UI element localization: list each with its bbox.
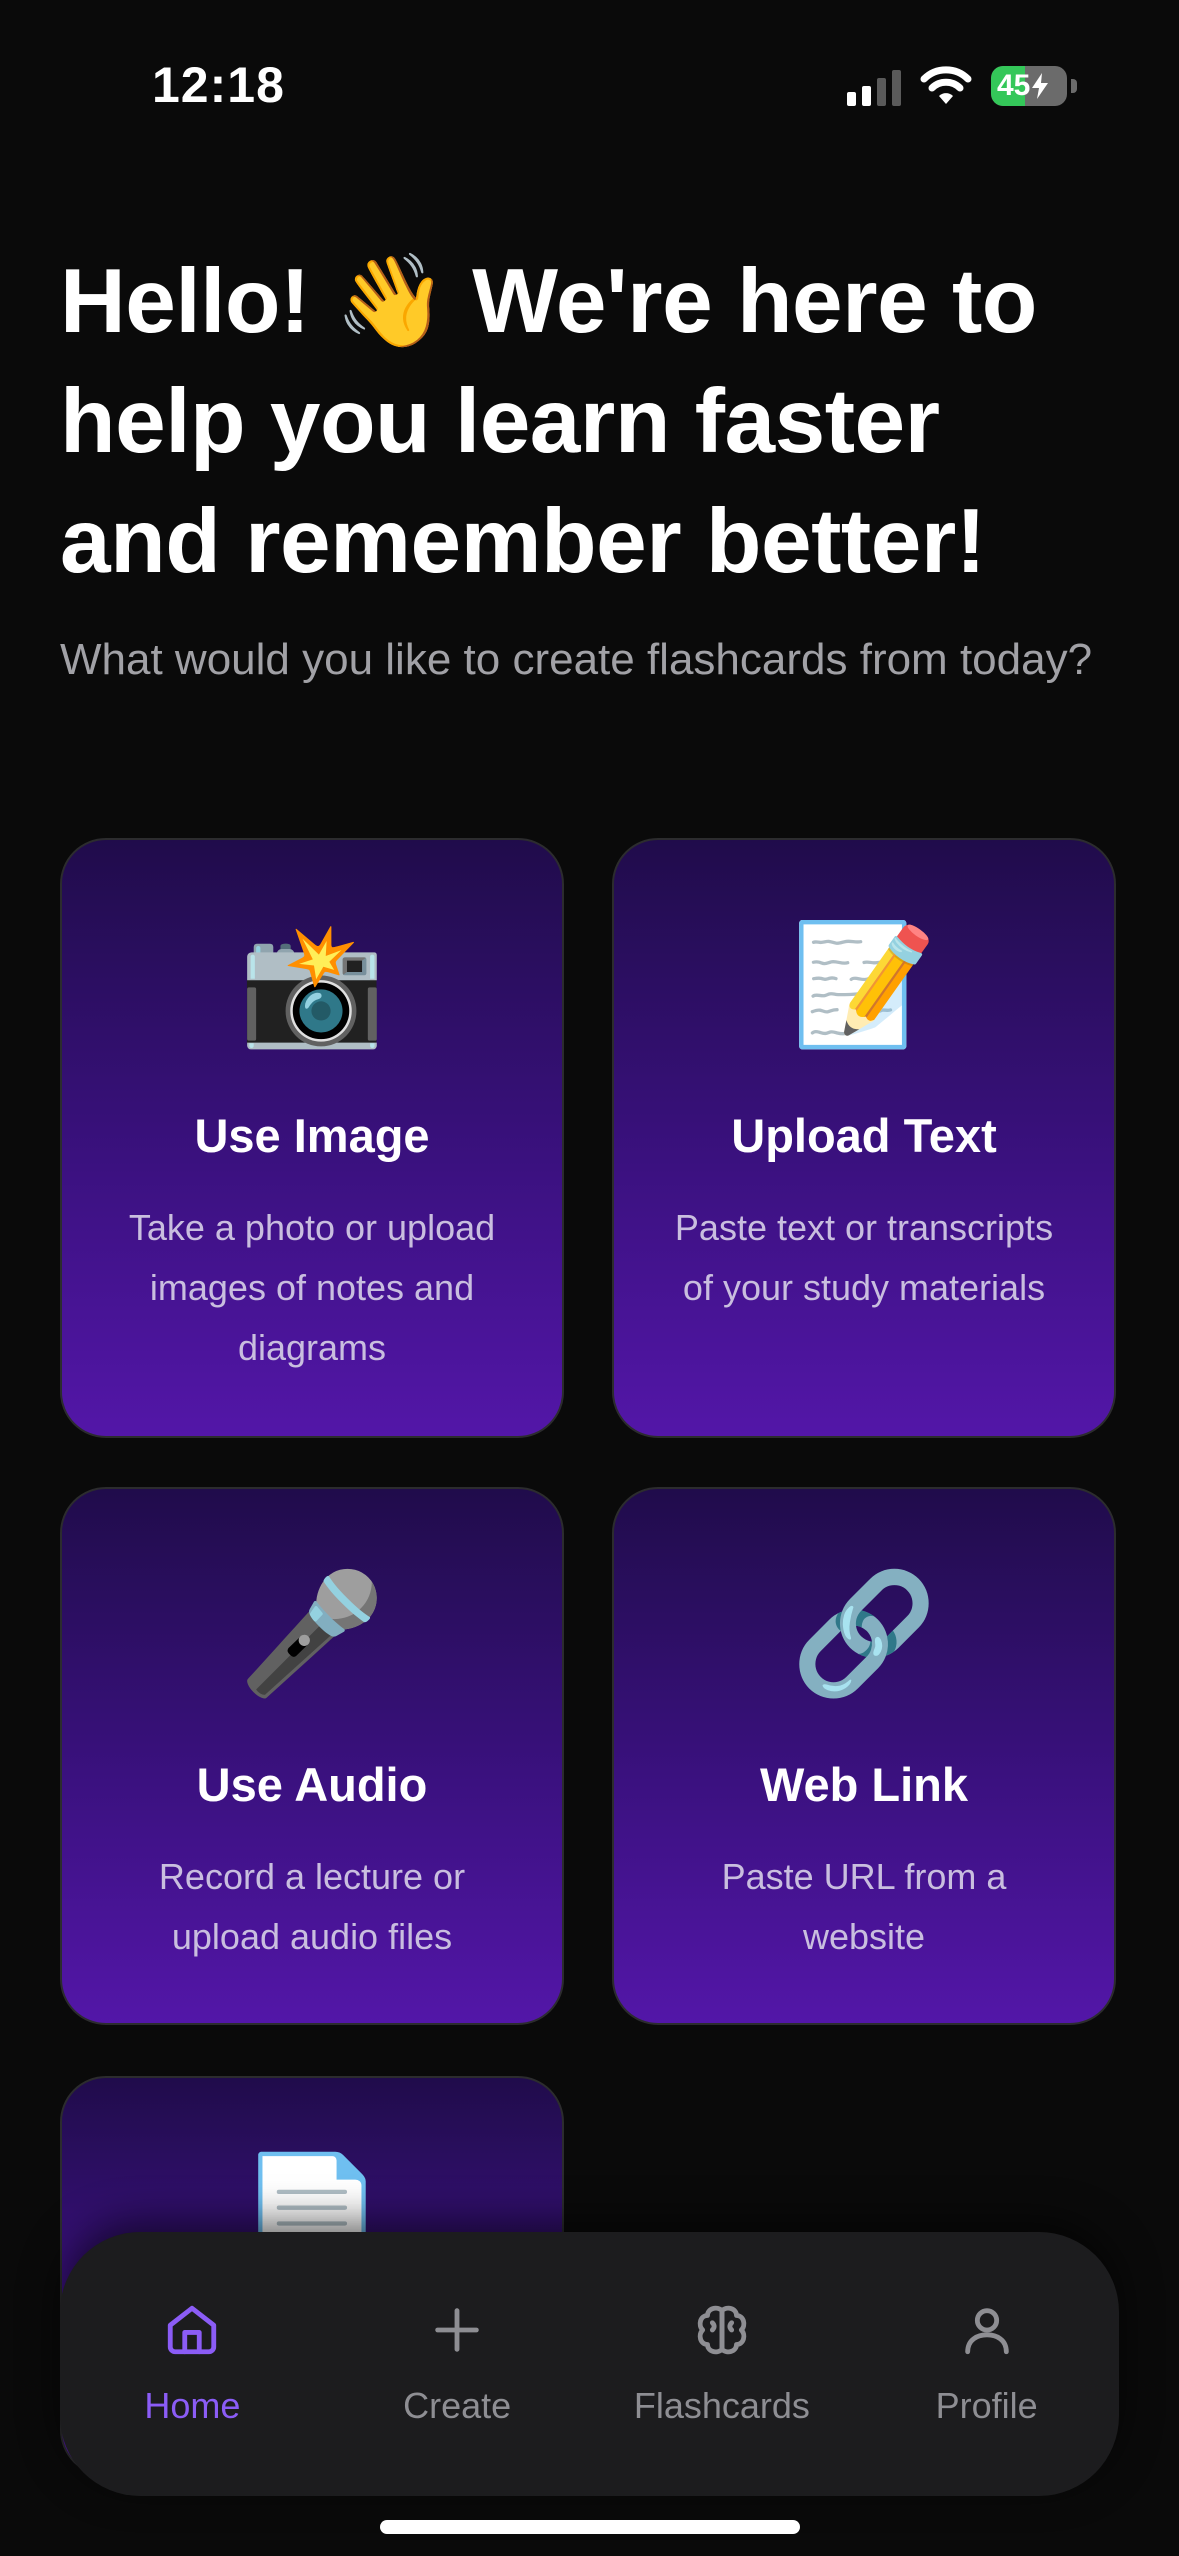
card-description: Record a lecture or upload audio files xyxy=(158,1856,466,1957)
card-description: Paste URL from a website xyxy=(721,1856,1007,1957)
card-title: Web Link xyxy=(759,1758,969,1811)
nav-item-create[interactable]: Create xyxy=(325,2301,589,2427)
status-time: 12:18 xyxy=(152,57,285,113)
nav-label-profile: Profile xyxy=(935,2385,1038,2426)
home-icon xyxy=(168,2305,217,2355)
nav-item-flashcards[interactable]: Flashcards xyxy=(590,2301,854,2427)
web-link-card[interactable]: 🔗 Web Link Paste URL from a website xyxy=(612,1487,1116,2025)
memo-icon: 📝 xyxy=(790,915,938,1053)
battery-level-text: 45 xyxy=(997,69,1031,102)
charging-bolt-icon xyxy=(1032,73,1049,99)
nav-label-create: Create xyxy=(403,2385,512,2426)
card-title: Use Audio xyxy=(196,1758,428,1811)
microphone-icon: 🎤 xyxy=(238,1564,386,1702)
card-description: Paste text or transcripts of your study … xyxy=(674,1207,1054,1308)
page-title: Hello! 👋 We're here to help you learn fa… xyxy=(60,251,1037,592)
status-bar: 12:18 45 xyxy=(0,0,1179,170)
link-icon: 🔗 xyxy=(790,1564,938,1702)
battery-cap xyxy=(1071,79,1077,93)
card-description: Take a photo or upload images of notes a… xyxy=(128,1207,496,1368)
nav-label-flashcards: Flashcards xyxy=(633,2385,810,2426)
nav-item-profile[interactable]: Profile xyxy=(855,2301,1119,2427)
upload-text-card[interactable]: 📝 Upload Text Paste text or transcripts … xyxy=(612,838,1116,1438)
home-indicator[interactable] xyxy=(380,2520,800,2534)
card-title: Use Image xyxy=(194,1109,430,1162)
use-image-card[interactable]: 📸 Use Image Take a photo or upload image… xyxy=(60,838,564,1438)
bottom-nav: Home Create Flashcards Profile xyxy=(60,2232,1119,2496)
nav-label-home: Home xyxy=(144,2385,241,2426)
battery-charging-icon: 45 xyxy=(991,66,1067,106)
camera-flash-icon: 📸 xyxy=(238,915,386,1053)
card-title: Upload Text xyxy=(731,1109,997,1162)
use-audio-card[interactable]: 🎤 Use Audio Record a lecture or upload a… xyxy=(60,1487,564,2025)
plus-icon xyxy=(435,2308,479,2352)
nav-item-home[interactable]: Home xyxy=(60,2301,324,2427)
wifi-icon xyxy=(920,66,972,104)
page-subtitle: What would you like to create flashcards… xyxy=(60,635,1093,684)
cellular-signal-icon xyxy=(847,66,901,106)
status-icons: 45 xyxy=(847,66,1077,106)
brain-icon xyxy=(697,2305,747,2355)
user-icon xyxy=(964,2308,1009,2355)
